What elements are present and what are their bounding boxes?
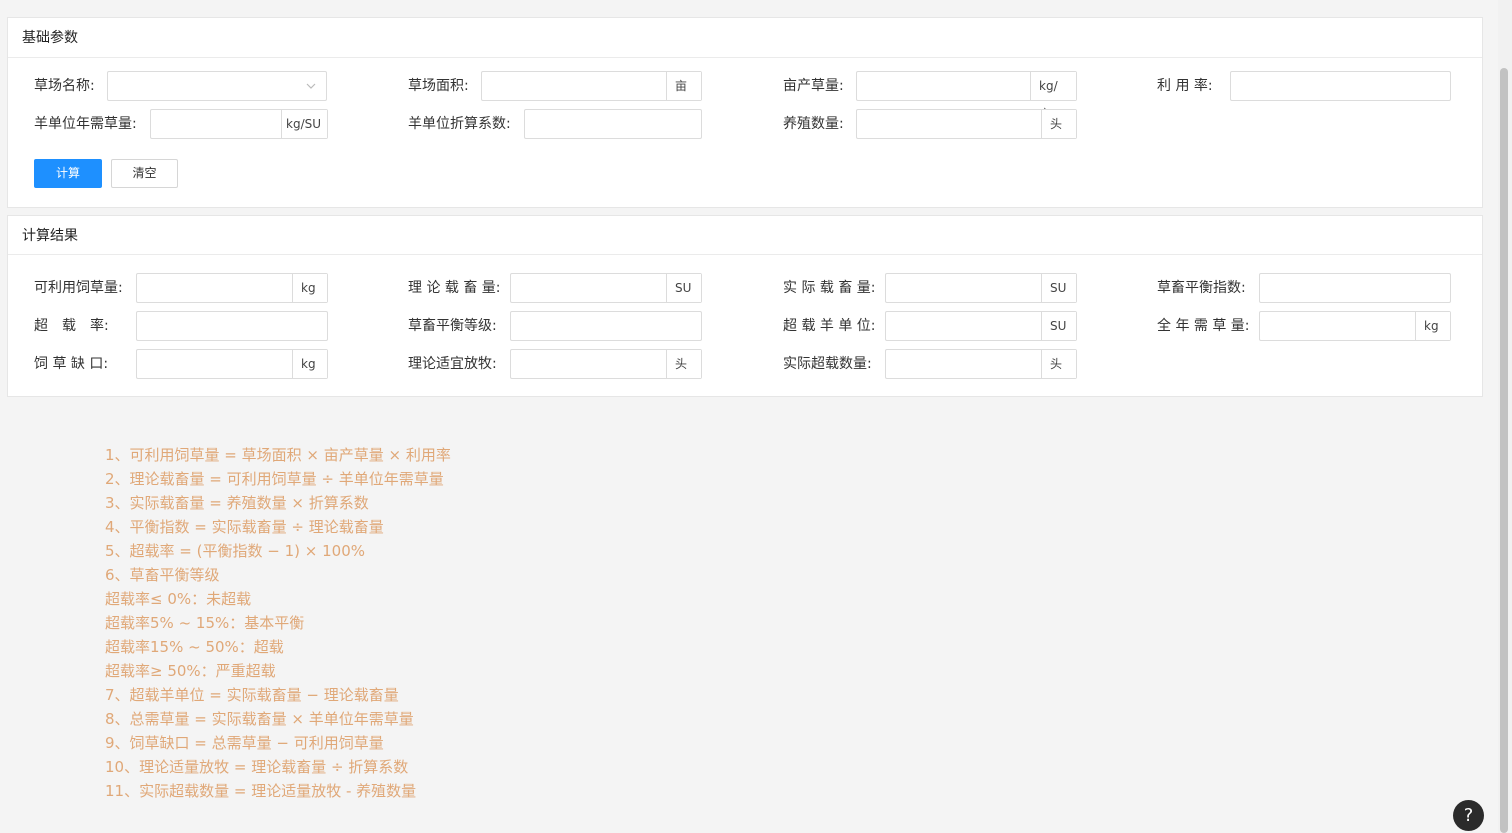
sheep-need-unit: kg/SU	[281, 110, 327, 138]
actual-load-label: 实 际 载 畜 量:	[783, 280, 876, 296]
field-yield: 亩产草量: kg/亩	[783, 71, 1083, 121]
actual-over-label: 实际超载数量:	[783, 356, 872, 372]
actual-over-unit: 头	[1041, 350, 1076, 378]
formula-line: 超载率15% ~ 50%：超载	[105, 638, 284, 656]
formula-line: 2、理论载畜量 = 可利用饲草量 ÷ 羊单位年需草量	[105, 470, 444, 488]
field-theory-load: 理 论 载 畜 量: SU	[408, 273, 708, 303]
total-need-output[interactable]: kg	[1259, 311, 1451, 341]
balance-index-label: 草畜平衡指数:	[1157, 280, 1246, 296]
total-need-label: 全 年 需 草 量:	[1157, 318, 1250, 334]
field-total-need: 全 年 需 草 量: kg	[1157, 311, 1457, 341]
field-sheep-need: 羊单位年需草量: kg/SU	[34, 109, 334, 139]
pasture-name-select[interactable]	[107, 71, 327, 101]
forage-gap-label: 饲 草 缺 口:	[34, 356, 109, 372]
formula-line: 超载率≥ 50%：严重超载	[105, 662, 276, 680]
formula-line: 1、可利用饲草量 = 草场面积 × 亩产草量 × 利用率	[105, 446, 451, 464]
overload-rate-output[interactable]	[136, 311, 328, 341]
pasture-area-input[interactable]: 亩	[481, 71, 702, 101]
coef-label: 羊单位折算系数:	[408, 116, 511, 132]
pasture-area-value	[482, 72, 666, 100]
actual-load-output[interactable]: SU	[885, 273, 1077, 303]
overload-units-label: 超 载 羊 单 位:	[783, 318, 876, 334]
total-need-unit: kg	[1415, 312, 1450, 340]
field-overload-rate: 超 载 率:	[34, 311, 334, 341]
formula-line: 3、实际载畜量 = 养殖数量 × 折算系数	[105, 494, 369, 512]
theory-load-unit: SU	[666, 274, 701, 302]
yield-label: 亩产草量:	[783, 78, 844, 94]
field-balance-level: 草畜平衡等级:	[408, 311, 708, 341]
field-actual-over: 实际超载数量: 头	[783, 349, 1083, 379]
sheep-need-value	[151, 110, 281, 138]
pasture-area-unit: 亩	[666, 72, 701, 100]
field-count: 养殖数量: 头	[783, 109, 1083, 139]
balance-level-label: 草畜平衡等级:	[408, 318, 497, 334]
formula-line: 9、饲草缺口 = 总需草量 − 可利用饲草量	[105, 734, 384, 752]
formula-line: 6、草畜平衡等级	[105, 566, 220, 584]
sheep-need-input[interactable]: kg/SU	[150, 109, 328, 139]
yield-input[interactable]: kg/亩	[856, 71, 1077, 121]
formula-notes: 1、可利用饲草量 = 草场面积 × 亩产草量 × 利用率 2、理论载畜量 = 可…	[105, 443, 451, 803]
field-available-forage: 可利用饲草量: kg	[34, 273, 334, 303]
scrollbar-thumb[interactable]	[1500, 68, 1508, 833]
pasture-name-label: 草场名称:	[34, 78, 95, 94]
coef-input[interactable]	[524, 109, 702, 139]
help-icon: ?	[1463, 805, 1474, 826]
yield-unit: kg/亩	[1030, 72, 1076, 121]
clear-button[interactable]: 清空	[111, 159, 178, 188]
available-forage-label: 可利用饲草量:	[34, 280, 123, 296]
field-actual-load: 实 际 载 畜 量: SU	[783, 273, 1083, 303]
field-theory-graze: 理论适宜放牧: 头	[408, 349, 708, 379]
formula-line: 7、超载羊单位 = 实际载畜量 − 理论载畜量	[105, 686, 399, 704]
help-button[interactable]: ?	[1453, 800, 1484, 831]
field-pasture-name: 草场名称:	[34, 71, 334, 101]
coef-value	[525, 110, 701, 138]
count-unit: 头	[1041, 110, 1076, 138]
field-overload-units: 超 载 羊 单 位: SU	[783, 311, 1083, 341]
basic-params-title: 基础参数	[8, 18, 1482, 58]
calculate-button[interactable]: 计算	[34, 159, 102, 188]
use-rate-label: 利 用 率:	[1157, 78, 1213, 94]
results-title: 计算结果	[8, 216, 1482, 255]
overload-units-unit: SU	[1041, 312, 1076, 340]
actual-load-unit: SU	[1041, 274, 1076, 302]
formula-line: 超载率5% ~ 15%：基本平衡	[105, 614, 305, 632]
theory-load-output[interactable]: SU	[510, 273, 702, 303]
forage-gap-output[interactable]: kg	[136, 349, 328, 379]
actual-over-output[interactable]: 头	[885, 349, 1077, 379]
use-rate-input[interactable]	[1230, 71, 1451, 101]
overload-rate-label: 超 载 率:	[34, 318, 109, 334]
theory-graze-label: 理论适宜放牧:	[408, 356, 497, 372]
balance-index-output[interactable]	[1259, 273, 1451, 303]
forage-gap-unit: kg	[292, 350, 327, 378]
field-forage-gap: 饲 草 缺 口: kg	[34, 349, 334, 379]
pasture-area-label: 草场面积:	[408, 78, 469, 94]
count-value	[857, 110, 1041, 138]
formula-line: 5、超载率 = (平衡指数 − 1) × 100%	[105, 542, 365, 560]
yield-value	[857, 72, 1030, 100]
field-balance-index: 草畜平衡指数:	[1157, 273, 1457, 303]
count-input[interactable]: 头	[856, 109, 1077, 139]
theory-graze-output[interactable]: 头	[510, 349, 702, 379]
field-use-rate: 利 用 率:	[1157, 71, 1457, 101]
formula-line: 10、理论适量放牧 = 理论载畜量 ÷ 折算系数	[105, 758, 409, 776]
chevron-down-icon	[296, 72, 326, 100]
field-coef: 羊单位折算系数:	[408, 109, 708, 139]
pasture-name-value	[108, 72, 296, 100]
formula-line: 4、平衡指数 = 实际载畜量 ÷ 理论载畜量	[105, 518, 384, 536]
formula-line: 8、总需草量 = 实际载畜量 × 羊单位年需草量	[105, 710, 414, 728]
count-label: 养殖数量:	[783, 116, 844, 132]
overload-units-output[interactable]: SU	[885, 311, 1077, 341]
available-forage-unit: kg	[292, 274, 327, 302]
sheep-need-label: 羊单位年需草量:	[34, 116, 137, 132]
formula-line: 超载率≤ 0%：未超载	[105, 590, 252, 608]
available-forage-output[interactable]: kg	[136, 273, 328, 303]
field-pasture-area: 草场面积: 亩	[408, 71, 708, 101]
basic-params-card: 基础参数 草场名称: 草场面积: 亩 亩产草量: kg/亩 利 用 率: 羊单	[7, 17, 1483, 208]
use-rate-value	[1231, 72, 1450, 100]
theory-load-label: 理 论 载 畜 量:	[408, 280, 501, 296]
theory-graze-unit: 头	[666, 350, 701, 378]
formula-line: 11、实际超载数量 = 理论适量放牧 - 养殖数量	[105, 782, 417, 800]
balance-level-output[interactable]	[510, 311, 702, 341]
results-card: 计算结果 可利用饲草量: kg 理 论 载 畜 量: SU 实 际 载 畜 量:…	[7, 215, 1483, 397]
